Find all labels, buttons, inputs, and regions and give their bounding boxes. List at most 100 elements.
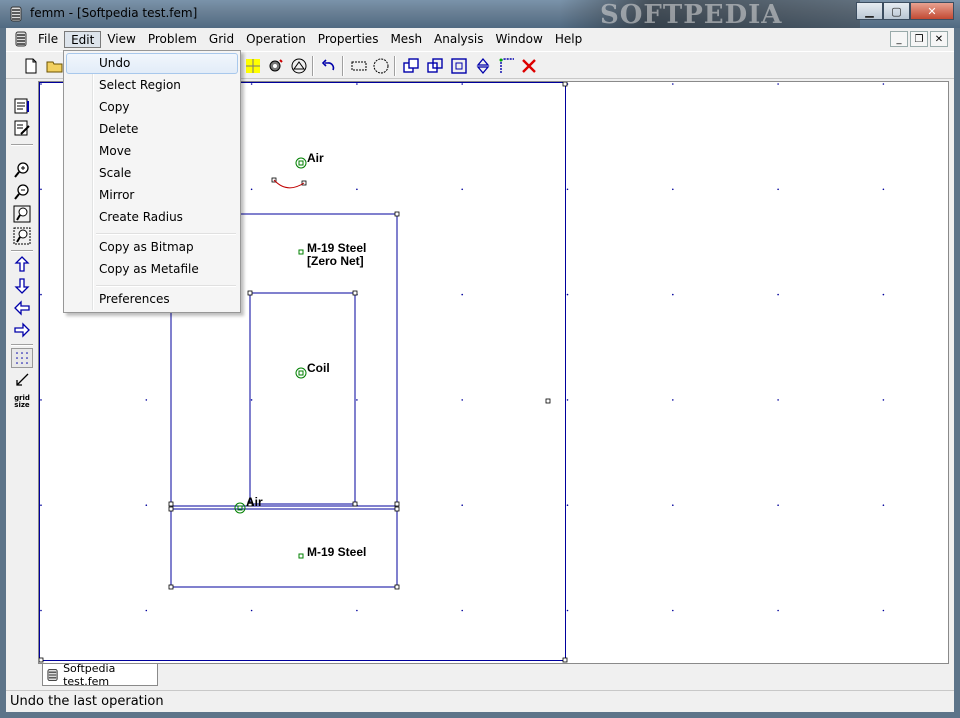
grid-dot — [145, 504, 148, 507]
grid-dot — [882, 188, 885, 191]
grid-dot — [882, 293, 885, 296]
zoom-window-icon[interactable] — [11, 226, 33, 246]
pan-right-icon[interactable] — [11, 320, 33, 340]
select-rectangle-icon[interactable] — [348, 55, 370, 77]
grid-dot — [672, 609, 674, 612]
label-air-top[interactable]: Air — [307, 151, 324, 165]
left-toolbar: grid size — [6, 82, 38, 662]
create-radius-icon[interactable] — [496, 55, 518, 77]
window-title: femm - [Softpedia test.fem] — [30, 6, 198, 20]
toolbar-separator — [11, 250, 33, 252]
menu-item-mirror[interactable]: Mirror — [66, 185, 238, 206]
document-icon[interactable] — [14, 31, 28, 47]
mirror-icon[interactable] — [472, 55, 494, 77]
menu-item-scale[interactable]: Scale — [66, 163, 238, 184]
menu-properties[interactable]: Properties — [312, 31, 385, 48]
snap-grid-icon[interactable] — [11, 370, 33, 390]
grid-dot — [250, 188, 253, 191]
menu-item-move[interactable]: Move — [66, 141, 238, 162]
femm-app-icon[interactable] — [8, 6, 24, 22]
menu-view[interactable]: View — [101, 31, 141, 48]
move-icon[interactable] — [424, 55, 446, 77]
mdi-restore-button[interactable]: ❐ — [910, 31, 928, 47]
grid-dot — [461, 83, 464, 85]
softpedia-watermark: SOFTPEDIA — [560, 0, 860, 30]
maximize-button[interactable]: ▢ — [883, 2, 910, 20]
menu-help[interactable]: Help — [549, 31, 588, 48]
grid-dot — [40, 504, 42, 507]
menu-item-preferences[interactable]: Preferences — [66, 289, 238, 310]
label-list-icon[interactable] — [11, 96, 33, 116]
delete-icon[interactable] — [518, 55, 540, 77]
pan-up-icon[interactable] — [11, 254, 33, 274]
menu-file[interactable]: File — [32, 31, 64, 48]
status-text: Undo the last operation — [10, 694, 164, 709]
edit-properties-icon[interactable] — [11, 118, 33, 138]
toolbar-separator — [394, 56, 396, 76]
grid-dot — [882, 399, 885, 401]
grid-dot — [356, 609, 358, 612]
grid-dot — [250, 399, 253, 401]
zoom-in-icon[interactable] — [11, 160, 33, 180]
grid-dot — [40, 188, 42, 191]
grid-dot — [566, 293, 569, 296]
grid-dot — [777, 399, 779, 401]
grid-dot — [461, 609, 464, 612]
menu-separator — [96, 233, 236, 235]
grid-dot — [777, 609, 779, 612]
menu-item-select-region[interactable]: Select Region — [66, 75, 238, 96]
menu-edit[interactable]: Edit — [64, 31, 102, 48]
zoom-out-icon[interactable] — [11, 182, 33, 202]
menu-item-undo[interactable]: Undo — [66, 53, 238, 74]
menu-analysis[interactable]: Analysis — [428, 31, 489, 48]
grid-dot — [250, 609, 253, 612]
grid-dot — [672, 504, 674, 507]
pan-down-icon[interactable] — [11, 276, 33, 296]
menu-grid[interactable]: Grid — [203, 31, 240, 48]
pan-left-icon[interactable] — [11, 298, 33, 318]
grid-dot — [672, 83, 674, 85]
menu-item-delete[interactable]: Delete — [66, 119, 238, 140]
toolbar-separator — [11, 344, 33, 346]
label-air-gap[interactable]: Air — [246, 495, 263, 509]
menu-item-copy-as-metafile[interactable]: Copy as Metafile — [66, 259, 238, 280]
zoom-grid-icon[interactable] — [242, 55, 264, 77]
grid-dot — [461, 293, 464, 296]
menu-problem[interactable]: Problem — [142, 31, 203, 48]
copy-icon[interactable] — [400, 55, 422, 77]
grid-dot — [882, 609, 885, 612]
close-button[interactable]: ✕ — [910, 2, 954, 20]
select-circle-icon[interactable] — [370, 55, 392, 77]
scale-icon[interactable] — [448, 55, 470, 77]
menu-window[interactable]: Window — [490, 31, 549, 48]
menu-mesh[interactable]: Mesh — [384, 31, 428, 48]
label-steel-top[interactable]: M-19 Steel — [307, 241, 366, 255]
new-file-icon[interactable] — [20, 55, 42, 77]
document-icon — [47, 668, 58, 681]
mdi-minimize-button[interactable]: _ — [890, 31, 908, 47]
grid-dot — [566, 609, 569, 612]
minimize-button[interactable]: ▁ — [856, 2, 883, 20]
label-steel-bottom[interactable]: M-19 Steel — [307, 545, 366, 559]
mesh-gear-icon[interactable] — [264, 55, 286, 77]
grid-dot — [777, 293, 779, 296]
grid-size-button[interactable]: grid size — [11, 392, 33, 412]
grid-dot — [145, 609, 148, 612]
menu-item-copy[interactable]: Copy — [66, 97, 238, 118]
menu-item-copy-as-bitmap[interactable]: Copy as Bitmap — [66, 237, 238, 258]
grid-dot — [672, 293, 674, 296]
grid-dot — [672, 188, 674, 191]
menu-item-create-radius[interactable]: Create Radius — [66, 207, 238, 228]
arc-segment[interactable] — [273, 179, 305, 189]
undo-icon[interactable] — [318, 55, 340, 77]
label-coil[interactable]: Coil — [307, 361, 330, 375]
menu-bar: File Edit View Problem Grid Operation Properti… — [6, 28, 954, 50]
show-grid-icon[interactable] — [11, 348, 33, 368]
grid-dot — [672, 399, 674, 401]
mdi-close-button[interactable]: ✕ — [930, 31, 948, 47]
label-zero-net[interactable]: [Zero Net] — [307, 254, 364, 268]
doc-tab[interactable]: Softpedia test.fem — [42, 662, 158, 688]
analyze-icon[interactable] — [288, 55, 310, 77]
zoom-natural-icon[interactable] — [11, 204, 33, 224]
menu-operation[interactable]: Operation — [240, 31, 312, 48]
